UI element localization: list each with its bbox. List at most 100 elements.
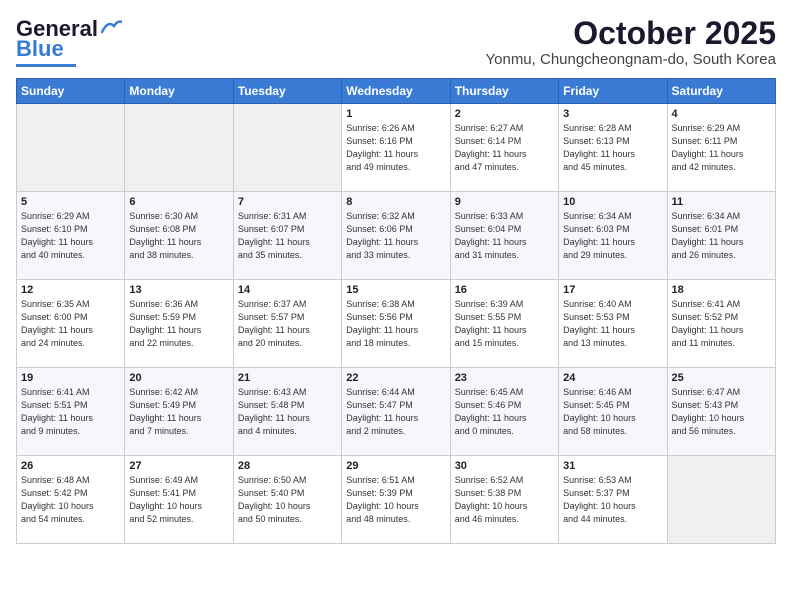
logo-underline: [16, 64, 76, 67]
cell-daylight-info: Sunrise: 6:29 AM Sunset: 6:10 PM Dayligh…: [21, 210, 120, 262]
cell-daylight-info: Sunrise: 6:50 AM Sunset: 5:40 PM Dayligh…: [238, 474, 337, 526]
weekday-header-tuesday: Tuesday: [233, 79, 341, 104]
cell-daylight-info: Sunrise: 6:44 AM Sunset: 5:47 PM Dayligh…: [346, 386, 445, 438]
day-number: 10: [563, 196, 662, 208]
calendar-cell: 31 Sunrise: 6:53 AM Sunset: 5:37 PM Dayli…: [559, 456, 667, 544]
cell-daylight-info: Sunrise: 6:41 AM Sunset: 5:52 PM Dayligh…: [672, 298, 771, 350]
cell-daylight-info: Sunrise: 6:41 AM Sunset: 5:51 PM Dayligh…: [21, 386, 120, 438]
calendar-cell: 13 Sunrise: 6:36 AM Sunset: 5:59 PM Dayli…: [125, 280, 233, 368]
calendar-cell: 22Sunrise: 6:44 AM Sunset: 5:47 PM Dayli…: [342, 368, 450, 456]
cell-daylight-info: Sunrise: 6:45 AM Sunset: 5:46 PM Dayligh…: [455, 386, 554, 438]
calendar-cell: 19 Sunrise: 6:41 AM Sunset: 5:51 PM Dayli…: [17, 368, 125, 456]
day-number: 4: [672, 108, 771, 120]
cell-daylight-info: Sunrise: 6:28 AM Sunset: 6:13 PM Dayligh…: [563, 122, 662, 174]
calendar-cell: 3 Sunrise: 6:28 AM Sunset: 6:13 PM Daylig…: [559, 104, 667, 192]
cell-daylight-info: Sunrise: 6:46 AM Sunset: 5:45 PM Dayligh…: [563, 386, 662, 438]
day-number: 27: [129, 460, 228, 472]
cell-daylight-info: Sunrise: 6:38 AM Sunset: 5:56 PM Dayligh…: [346, 298, 445, 350]
calendar-cell: 15 Sunrise: 6:38 AM Sunset: 5:56 PM Dayli…: [342, 280, 450, 368]
calendar-cell: 18 Sunrise: 6:41 AM Sunset: 5:52 PM Dayli…: [667, 280, 775, 368]
cell-daylight-info: Sunrise: 6:52 AM Sunset: 5:38 PM Dayligh…: [455, 474, 554, 526]
calendar-cell: 14Sunrise: 6:37 AM Sunset: 5:57 PM Dayli…: [233, 280, 341, 368]
location-title: Yonmu, Chungcheongnam-do, South Korea: [486, 51, 777, 68]
logo-blue: Blue: [16, 36, 64, 62]
calendar-cell: 26 Sunrise: 6:48 AM Sunset: 5:42 PM Dayli…: [17, 456, 125, 544]
day-number: 18: [672, 284, 771, 296]
day-number: 19: [21, 372, 120, 384]
cell-daylight-info: Sunrise: 6:43 AM Sunset: 5:48 PM Dayligh…: [238, 386, 337, 438]
day-number: 26: [21, 460, 120, 472]
calendar-cell: 12Sunrise: 6:35 AM Sunset: 6:00 PM Dayli…: [17, 280, 125, 368]
weekday-header-thursday: Thursday: [450, 79, 558, 104]
calendar-cell: 11 Sunrise: 6:34 AM Sunset: 6:01 PM Dayli…: [667, 192, 775, 280]
calendar-cell: [17, 104, 125, 192]
calendar-cell: 8Sunrise: 6:32 AM Sunset: 6:06 PM Daylig…: [342, 192, 450, 280]
day-number: 2: [455, 108, 554, 120]
cell-daylight-info: Sunrise: 6:53 AM Sunset: 5:37 PM Dayligh…: [563, 474, 662, 526]
cell-daylight-info: Sunrise: 6:48 AM Sunset: 5:42 PM Dayligh…: [21, 474, 120, 526]
cell-daylight-info: Sunrise: 6:49 AM Sunset: 5:41 PM Dayligh…: [129, 474, 228, 526]
cell-daylight-info: Sunrise: 6:35 AM Sunset: 6:00 PM Dayligh…: [21, 298, 120, 350]
cell-daylight-info: Sunrise: 6:40 AM Sunset: 5:53 PM Dayligh…: [563, 298, 662, 350]
cell-daylight-info: Sunrise: 6:39 AM Sunset: 5:55 PM Dayligh…: [455, 298, 554, 350]
cell-daylight-info: Sunrise: 6:27 AM Sunset: 6:14 PM Dayligh…: [455, 122, 554, 174]
day-number: 23: [455, 372, 554, 384]
calendar-cell: 2 Sunrise: 6:27 AM Sunset: 6:14 PM Daylig…: [450, 104, 558, 192]
cell-daylight-info: Sunrise: 6:31 AM Sunset: 6:07 PM Dayligh…: [238, 210, 337, 262]
calendar-cell: 29 Sunrise: 6:51 AM Sunset: 5:39 PM Dayli…: [342, 456, 450, 544]
calendar-cell: 24 Sunrise: 6:46 AM Sunset: 5:45 PM Dayli…: [559, 368, 667, 456]
calendar-cell: 5 Sunrise: 6:29 AM Sunset: 6:10 PM Daylig…: [17, 192, 125, 280]
day-number: 30: [455, 460, 554, 472]
day-number: 17: [563, 284, 662, 296]
logo: General Blue: [16, 16, 122, 67]
weekday-header-wednesday: Wednesday: [342, 79, 450, 104]
day-number: 8: [346, 196, 445, 208]
logo-bird-icon: [100, 18, 122, 36]
cell-daylight-info: Sunrise: 6:26 AM Sunset: 6:16 PM Dayligh…: [346, 122, 445, 174]
day-number: 25: [672, 372, 771, 384]
day-number: 13: [129, 284, 228, 296]
day-number: 11: [672, 196, 771, 208]
cell-daylight-info: Sunrise: 6:34 AM Sunset: 6:01 PM Dayligh…: [672, 210, 771, 262]
calendar-cell: 28 Sunrise: 6:50 AM Sunset: 5:40 PM Dayli…: [233, 456, 341, 544]
calendar-cell: 10 Sunrise: 6:34 AM Sunset: 6:03 PM Dayli…: [559, 192, 667, 280]
cell-daylight-info: Sunrise: 6:42 AM Sunset: 5:49 PM Dayligh…: [129, 386, 228, 438]
day-number: 1: [346, 108, 445, 120]
calendar-cell: 16 Sunrise: 6:39 AM Sunset: 5:55 PM Dayli…: [450, 280, 558, 368]
calendar-table: SundayMondayTuesdayWednesdayThursdayFrid…: [16, 78, 776, 544]
day-number: 16: [455, 284, 554, 296]
weekday-header-friday: Friday: [559, 79, 667, 104]
calendar-cell: 20 Sunrise: 6:42 AM Sunset: 5:49 PM Dayli…: [125, 368, 233, 456]
day-number: 6: [129, 196, 228, 208]
day-number: 31: [563, 460, 662, 472]
calendar-cell: 4 Sunrise: 6:29 AM Sunset: 6:11 PM Daylig…: [667, 104, 775, 192]
day-number: 29: [346, 460, 445, 472]
calendar-cell: 27 Sunrise: 6:49 AM Sunset: 5:41 PM Dayli…: [125, 456, 233, 544]
day-number: 20: [129, 372, 228, 384]
calendar-cell: 17 Sunrise: 6:40 AM Sunset: 5:53 PM Dayli…: [559, 280, 667, 368]
day-number: 5: [21, 196, 120, 208]
calendar-cell: 21 Sunrise: 6:43 AM Sunset: 5:48 PM Dayli…: [233, 368, 341, 456]
day-number: 15: [346, 284, 445, 296]
month-title: October 2025: [486, 16, 777, 51]
day-number: 14: [238, 284, 337, 296]
calendar-cell: 30 Sunrise: 6:52 AM Sunset: 5:38 PM Dayli…: [450, 456, 558, 544]
day-number: 24: [563, 372, 662, 384]
calendar-cell: 23 Sunrise: 6:45 AM Sunset: 5:46 PM Dayli…: [450, 368, 558, 456]
weekday-header-sunday: Sunday: [17, 79, 125, 104]
title-block: October 2025 Yonmu, Chungcheongnam-do, S…: [486, 16, 777, 68]
calendar-cell: 7 Sunrise: 6:31 AM Sunset: 6:07 PM Daylig…: [233, 192, 341, 280]
cell-daylight-info: Sunrise: 6:36 AM Sunset: 5:59 PM Dayligh…: [129, 298, 228, 350]
cell-daylight-info: Sunrise: 6:34 AM Sunset: 6:03 PM Dayligh…: [563, 210, 662, 262]
cell-daylight-info: Sunrise: 6:29 AM Sunset: 6:11 PM Dayligh…: [672, 122, 771, 174]
weekday-header-monday: Monday: [125, 79, 233, 104]
cell-daylight-info: Sunrise: 6:51 AM Sunset: 5:39 PM Dayligh…: [346, 474, 445, 526]
calendar-cell: 25 Sunrise: 6:47 AM Sunset: 5:43 PM Dayli…: [667, 368, 775, 456]
day-number: 3: [563, 108, 662, 120]
calendar-cell: [233, 104, 341, 192]
day-number: 7: [238, 196, 337, 208]
day-number: 28: [238, 460, 337, 472]
cell-daylight-info: Sunrise: 6:47 AM Sunset: 5:43 PM Dayligh…: [672, 386, 771, 438]
calendar-cell: [125, 104, 233, 192]
day-number: 21: [238, 372, 337, 384]
